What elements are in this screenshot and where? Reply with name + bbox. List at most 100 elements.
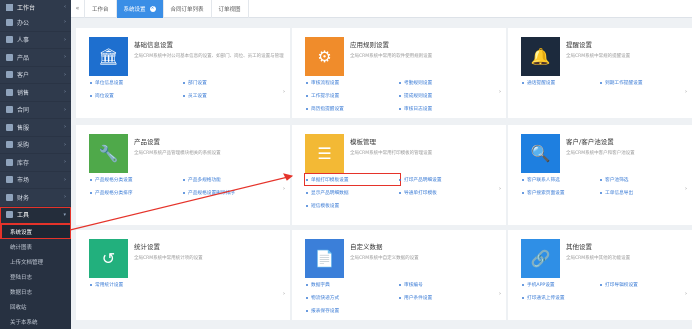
sidebar-item-label: 市场 bbox=[17, 177, 30, 185]
chevron-right-icon[interactable]: › bbox=[283, 186, 285, 192]
settings-link[interactable]: 报表保存设置 bbox=[306, 306, 399, 315]
settings-link[interactable]: 客户搜索页面设置 bbox=[522, 188, 600, 197]
chevron-left-icon: ‹ bbox=[64, 4, 66, 10]
settings-link[interactable]: 通话提醒设置 bbox=[522, 78, 600, 87]
sidebar-subitem-0[interactable]: 系统设置 bbox=[0, 224, 71, 239]
card-header: ☰ 模板管理 全局CRM系统中常用打印模板的管理设置 bbox=[292, 125, 506, 175]
settings-card: 🔧 产品设置 全局CRM系统产品管理模块相关的系统设置 产品规格分类设置 产品多规格功能… bbox=[76, 125, 290, 225]
chevron-right-icon: › bbox=[64, 159, 66, 166]
settings-link[interactable]: 手机APP设置 bbox=[522, 280, 600, 289]
settings-link[interactable]: 审核日志设置 bbox=[399, 104, 492, 113]
close-icon[interactable]: × bbox=[149, 5, 156, 12]
settings-link[interactable]: 岗位设置 bbox=[90, 91, 183, 100]
settings-link[interactable]: 产品多规格功能 bbox=[183, 175, 276, 184]
settings-link[interactable]: 数据字典 bbox=[306, 280, 399, 289]
tab-3[interactable]: 订单视图 bbox=[212, 0, 249, 18]
card-title: 其他设置 bbox=[566, 243, 592, 251]
sidebar-subitem-6[interactable]: 关于本系统 bbox=[0, 314, 71, 329]
settings-card: ⚙ 应用规则设置 全局CRM系统中常用的软件使用规则设置 审核流程设置 考勤规则设置 工作… bbox=[292, 28, 506, 118]
sidebar-subitem-1[interactable]: 统计图表 bbox=[0, 239, 71, 254]
card-icon-box: 🔔 bbox=[521, 37, 560, 76]
settings-link[interactable]: 审核流程设置 bbox=[306, 78, 399, 87]
sidebar-item-3[interactable]: 客户 › bbox=[0, 67, 71, 84]
settings-link[interactable]: 常用统计设置 bbox=[90, 280, 183, 289]
chevron-right-icon[interactable]: › bbox=[499, 186, 501, 192]
chevron-right-icon[interactable]: › bbox=[283, 291, 285, 297]
card-header: 🔧 产品设置 全局CRM系统产品管理模块相关的系统设置 bbox=[76, 125, 290, 175]
sidebar-subitem-2[interactable]: 上传文档管理 bbox=[0, 254, 71, 269]
settings-link[interactable]: 产品规格分类设置 bbox=[90, 175, 183, 184]
settings-link[interactable]: 导通单打印模板 bbox=[399, 188, 492, 197]
settings-link[interactable]: 考勤规则设置 bbox=[399, 78, 492, 87]
sidebar-item-11[interactable]: 工具 ▾ bbox=[0, 206, 71, 224]
chevron-right-icon[interactable]: › bbox=[499, 291, 501, 297]
sidebar-subitem-5[interactable]: 回收站 bbox=[0, 299, 71, 314]
sidebar-item-10[interactable]: 财务 › bbox=[0, 189, 71, 207]
sidebar-item-9[interactable]: 市场 › bbox=[0, 172, 71, 189]
tab-0[interactable]: 工作台 bbox=[85, 0, 117, 18]
card-links: 审核流程设置 考勤规则设置 工作提示设置 提成规则设置 简历指提醒设置 审核日志设置 bbox=[292, 78, 506, 113]
card-text: 其他设置全局CRM系统中其他的功能设置 bbox=[560, 239, 630, 280]
settings-link[interactable]: 单位信息设置 bbox=[90, 78, 183, 87]
sidebar-subitem-4[interactable]: 数据日志 bbox=[0, 284, 71, 299]
settings-link[interactable]: 提成规则设置 bbox=[399, 91, 492, 100]
sidebar-item-2[interactable]: 产品 › bbox=[0, 49, 71, 67]
card-title: 应用规则设置 bbox=[350, 41, 389, 49]
card-description: 全局CRM系统中其他的功能设置 bbox=[566, 256, 631, 261]
settings-link[interactable]: 单据打印模板设置 bbox=[304, 173, 401, 186]
sidebar-item-label: 客户 bbox=[17, 72, 30, 80]
menu-item-icon bbox=[6, 36, 13, 44]
sidebar-item-7[interactable]: 采购 › bbox=[0, 137, 71, 154]
chevron-right-icon[interactable]: › bbox=[283, 89, 285, 95]
settings-link[interactable]: 到期工作提醒设置 bbox=[600, 78, 678, 87]
settings-link[interactable]: 物流快递方式 bbox=[306, 293, 399, 302]
settings-link[interactable]: 打印导辑权设置 bbox=[600, 280, 678, 289]
settings-link[interactable]: 工作提示设置 bbox=[306, 91, 399, 100]
chevron-right-icon[interactable]: › bbox=[685, 186, 687, 192]
tab-label: 订单视图 bbox=[218, 6, 241, 13]
sidebar-item-8[interactable]: 库存 › bbox=[0, 154, 71, 172]
settings-link[interactable]: 产品规格设置删除排序 bbox=[183, 188, 276, 197]
settings-link[interactable]: 审核编号 bbox=[399, 280, 492, 289]
card-links: 手机APP设置 打印导辑权设置 打印通讯上传设置 bbox=[508, 280, 692, 302]
settings-card: 🔔 提醒设置 全局CRM系统中常规的提醒设置 通话提醒设置 到期工作提醒设置 › bbox=[508, 28, 692, 118]
document-icon: 📄 bbox=[314, 248, 335, 268]
card-title: 客户/客户池设置 bbox=[566, 138, 614, 146]
chevron-right-icon[interactable]: › bbox=[685, 89, 687, 95]
chevron-right-icon[interactable]: › bbox=[499, 89, 501, 95]
sidebar-item-label: 售服 bbox=[17, 124, 30, 132]
settings-link[interactable]: 用户条件设置 bbox=[399, 293, 492, 302]
settings-link[interactable]: 简历指提醒设置 bbox=[306, 104, 399, 113]
sidebar-subitem-3[interactable]: 登陆日志 bbox=[0, 269, 71, 284]
settings-link[interactable]: 打印产品明细设置 bbox=[399, 175, 492, 184]
settings-link[interactable]: 员工设置 bbox=[183, 91, 276, 100]
double-chevron-left-icon: « bbox=[75, 5, 80, 12]
sidebar-item-0[interactable]: 办公 › bbox=[0, 14, 71, 32]
card-links: 常用统计设置 bbox=[76, 280, 290, 289]
settings-link bbox=[399, 201, 492, 210]
tab-1[interactable]: 系统设置 × bbox=[116, 0, 164, 18]
sidebar-item-5[interactable]: 合同 › bbox=[0, 102, 71, 119]
sidebar-subitem-label: 上传文档管理 bbox=[10, 259, 44, 266]
settings-link[interactable]: 工单信息导出 bbox=[600, 188, 678, 197]
settings-link[interactable]: 打印通讯上传设置 bbox=[522, 293, 600, 302]
card-icon-box: 🏛 bbox=[89, 37, 128, 76]
tab-2[interactable]: 合同订单列表 bbox=[164, 0, 212, 18]
card-header: 🔍 客户/客户池设置 全局CRM系统中客户和客户池设置 bbox=[508, 125, 692, 175]
settings-link[interactable]: 部门设置 bbox=[183, 78, 276, 87]
card-links: 单据打印模板设置 打印产品明细设置 显示产品明细数据 导通单打印模板 短信模板设置 bbox=[292, 173, 506, 210]
chevron-right-icon[interactable]: › bbox=[685, 291, 687, 297]
settings-link[interactable]: 短信模板设置 bbox=[306, 201, 399, 210]
settings-link[interactable]: 客户联系人筛选 bbox=[522, 175, 600, 184]
sidebar-item-1[interactable]: 人事 › bbox=[0, 32, 71, 49]
sidebar-item-6[interactable]: 售服 › bbox=[0, 119, 71, 137]
collapse-button[interactable]: « bbox=[71, 0, 85, 18]
settings-link[interactable]: 客户池筛选 bbox=[600, 175, 678, 184]
sidebar-item-4[interactable]: 销售 › bbox=[0, 84, 71, 102]
card-header: 🔔 提醒设置 全局CRM系统中常规的提醒设置 bbox=[508, 28, 692, 78]
sidebar-top[interactable]: 工作台 ‹ bbox=[0, 0, 71, 14]
sidebar-item-label: 产品 bbox=[17, 54, 30, 62]
settings-link[interactable]: 显示产品明细数据 bbox=[306, 188, 399, 197]
settings-link[interactable]: 产品规格分类排序 bbox=[90, 188, 183, 197]
card-text: 统计设置 全局CRM系统中常用统计项的设置 bbox=[128, 239, 203, 280]
